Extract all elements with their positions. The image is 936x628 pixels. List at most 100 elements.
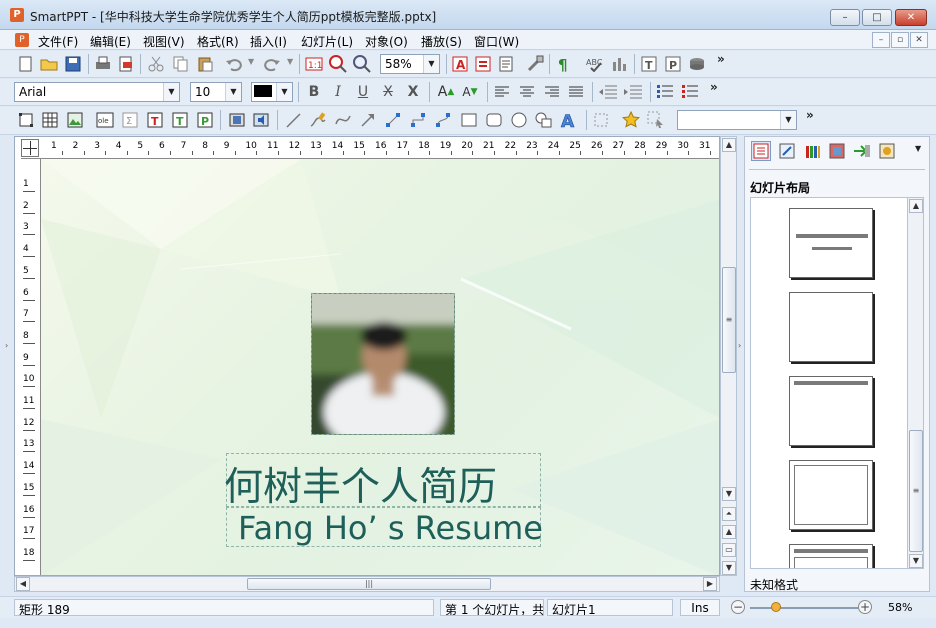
horizontal-scrollbar[interactable]: ◀ ||| ▶ (14, 576, 720, 592)
layout-blank[interactable] (789, 292, 873, 362)
actual-size-icon[interactable]: 1:1 (304, 54, 324, 74)
bullet-list-icon[interactable] (655, 82, 675, 102)
scroll-right-button[interactable]: ▶ (703, 577, 717, 591)
italic-icon[interactable]: I (328, 82, 348, 102)
cut-icon[interactable] (146, 54, 166, 74)
maximize-button[interactable]: □ (862, 9, 892, 26)
zoom-select[interactable]: 58% ▼ (380, 54, 440, 74)
ole-object-icon[interactable]: ole (95, 110, 115, 130)
align-center-icon[interactable] (517, 82, 537, 102)
ellipse-tool-icon[interactable] (509, 110, 529, 130)
color-scheme-tab-icon[interactable] (803, 141, 823, 161)
panel-scroll-down-button[interactable]: ▼ (909, 554, 923, 568)
shrink-font-icon[interactable]: A ▼ (460, 82, 480, 102)
minimize-button[interactable]: – (830, 9, 860, 26)
more-toolbar-chevron-icon[interactable]: » (717, 52, 725, 66)
panel-scroll-up-button[interactable]: ▲ (909, 199, 923, 213)
subtitle-textbox[interactable]: Fang Ho’ s Resume (226, 507, 543, 547)
redo-icon[interactable] (262, 54, 282, 74)
title-placeholder-icon[interactable]: T (170, 110, 190, 130)
zoom-in-button[interactable]: + (858, 600, 872, 614)
vertical-scrollbar[interactable]: ▲ ≡ ▼ ⏶ ▲ ▭ ▼ (720, 136, 737, 576)
curved-connector-icon[interactable] (433, 110, 453, 130)
style-select[interactable]: ▼ (677, 110, 797, 130)
menu-format[interactable]: 格式(R) (197, 33, 239, 50)
h-scroll-thumb[interactable]: ||| (247, 578, 491, 590)
freehand-tool-icon[interactable] (308, 110, 328, 130)
menu-edit[interactable]: 编辑(E) (90, 33, 131, 50)
template-t-icon[interactable]: T (639, 54, 659, 74)
new-document-icon[interactable] (16, 54, 36, 74)
previous-slide-button[interactable]: ▲ (722, 525, 736, 539)
zoom-fit-icon[interactable] (328, 54, 348, 74)
content-placeholder-icon[interactable]: P (195, 110, 215, 130)
undo-icon[interactable] (224, 54, 244, 74)
menu-window[interactable]: 窗口(W) (474, 33, 519, 50)
layout-title-content[interactable] (789, 544, 873, 568)
increase-indent-icon[interactable] (623, 82, 643, 102)
open-folder-icon[interactable] (39, 54, 59, 74)
wordart-icon[interactable]: A (559, 110, 579, 130)
transition-tab-icon[interactable] (852, 141, 872, 161)
menu-object[interactable]: 对象(O) (365, 33, 408, 50)
zoom-slider-handle[interactable] (771, 602, 781, 612)
slide-view-button[interactable]: ▭ (722, 543, 736, 557)
grow-font-icon[interactable]: A ▲ (436, 82, 456, 102)
left-splitter[interactable]: › (4, 136, 12, 576)
custom-animation-icon[interactable] (646, 110, 666, 130)
text-box-icon[interactable]: T (145, 110, 165, 130)
scroll-left-button[interactable]: ◀ (16, 577, 30, 591)
panel-scrollbar[interactable]: ▲ ≡ ▼ (907, 198, 923, 568)
elbow-connector-icon[interactable] (408, 110, 428, 130)
ruler-origin-icon[interactable] (21, 139, 39, 157)
paste-icon[interactable] (195, 54, 215, 74)
formula-icon[interactable]: Σ (120, 110, 140, 130)
connector-tool-icon[interactable] (383, 110, 403, 130)
menu-view[interactable]: 视图(V) (143, 33, 185, 50)
menu-play[interactable]: 播放(S) (421, 33, 462, 50)
rectangle-tool-icon[interactable] (459, 110, 479, 130)
first-slide-button[interactable]: ⏶ (722, 507, 736, 521)
zoom-out-button[interactable]: − (731, 600, 745, 614)
close-button[interactable]: ✕ (895, 9, 927, 26)
scroll-down-button[interactable]: ▼ (722, 487, 736, 501)
strikethrough-icon[interactable]: X (378, 82, 398, 102)
arrow-tool-icon[interactable] (358, 110, 378, 130)
decrease-indent-icon[interactable] (598, 82, 618, 102)
more-drawing-chevron-icon[interactable]: » (806, 108, 814, 122)
menu-insert[interactable]: 插入(I) (250, 33, 287, 50)
title-textbox[interactable]: 何树丰个人简历 (224, 453, 541, 510)
mdi-restore-button[interactable]: ▫ (891, 32, 909, 48)
sound-icon[interactable] (252, 110, 272, 130)
panel-scroll-thumb[interactable]: ≡ (909, 430, 923, 552)
slide-design-tab-icon[interactable] (777, 141, 797, 161)
copy-icon[interactable] (171, 54, 191, 74)
align-left-icon[interactable] (492, 82, 512, 102)
layout-title-only[interactable] (789, 376, 873, 446)
scroll-up-button[interactable]: ▲ (722, 138, 736, 152)
zoom-icon[interactable] (352, 54, 372, 74)
font-size-select[interactable]: 10 ▼ (190, 82, 242, 102)
scroll-thumb[interactable]: ≡ (722, 267, 736, 373)
shapes-tool-icon[interactable] (534, 110, 554, 130)
font-color-select[interactable]: ▼ (251, 82, 293, 102)
word-count-icon[interactable] (609, 54, 629, 74)
clear-format-icon[interactable]: X (403, 82, 423, 102)
more-format-chevron-icon[interactable]: » (710, 80, 718, 94)
menu-slide[interactable]: 幻灯片(L) (301, 33, 353, 50)
font-name-select[interactable]: Arial ▼ (14, 82, 180, 102)
layout-content-frame[interactable] (789, 460, 873, 530)
table-icon[interactable] (40, 110, 60, 130)
group-icon[interactable] (591, 110, 611, 130)
paragraph-marks-icon[interactable]: ¶ (555, 54, 575, 74)
underline-icon[interactable]: U (353, 82, 373, 102)
slide-layout-tab-icon[interactable] (751, 141, 771, 161)
text-frame-icon[interactable] (473, 54, 493, 74)
print-icon[interactable] (93, 54, 113, 74)
zoom-slider-track[interactable] (750, 607, 858, 609)
notes-icon[interactable] (496, 54, 516, 74)
frame-icon[interactable] (16, 110, 36, 130)
picture-icon[interactable] (65, 110, 85, 130)
curve-tool-icon[interactable] (333, 110, 353, 130)
bold-icon[interactable]: B (304, 82, 324, 102)
